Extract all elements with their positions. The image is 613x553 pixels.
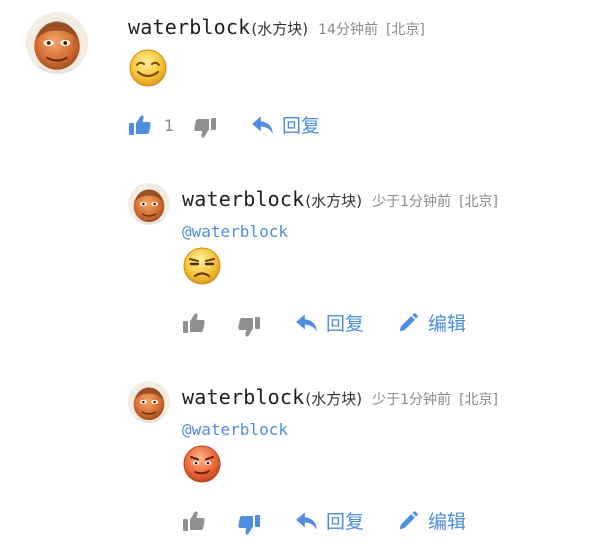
dislike-button[interactable] [193, 116, 217, 140]
edit-label: 编辑 [428, 313, 467, 335]
comment-item: waterblock (水方块) 少于1分钟前 [北京] @waterblock… [0, 368, 613, 553]
reply-label: 回复 [326, 511, 365, 533]
pencil-icon [397, 312, 419, 334]
smiling-face-emoji-icon [128, 48, 168, 88]
mention-link[interactable]: @waterblock [182, 222, 288, 241]
like-button[interactable] [182, 509, 206, 533]
like-button[interactable] [182, 311, 206, 335]
timestamp: 少于1分钟前 [372, 194, 452, 210]
username[interactable]: waterblock [182, 385, 304, 409]
username[interactable]: waterblock [128, 15, 250, 39]
like-count: 1 [164, 115, 175, 135]
thumbs-up-icon [128, 113, 152, 137]
thumbs-up-icon [182, 311, 206, 335]
thumbs-down-icon [193, 116, 217, 140]
reply-button[interactable]: 回复 [294, 507, 364, 534]
comment-header: waterblock (水方块) 少于1分钟前 [北京] [182, 187, 498, 211]
edit-button[interactable]: 编辑 [397, 309, 466, 336]
avatar[interactable] [26, 12, 88, 74]
unamused-face-emoji-icon [182, 246, 222, 286]
comment-item: waterblock (水方块) 少于1分钟前 [北京] @waterblock… [0, 170, 613, 360]
avatar[interactable] [128, 381, 170, 423]
like-button[interactable]: 1 [128, 113, 174, 137]
edit-button[interactable]: 编辑 [397, 507, 466, 534]
reply-arrow-icon [294, 508, 320, 534]
dislike-button[interactable] [237, 513, 261, 537]
nickname: (水方块) [251, 20, 309, 38]
reply-button[interactable]: 回复 [294, 309, 364, 336]
reply-arrow-icon [250, 112, 276, 138]
dislike-button[interactable] [237, 315, 261, 339]
timestamp: 14分钟前 [318, 22, 378, 38]
timestamp: 少于1分钟前 [372, 392, 452, 408]
location: [北京] [385, 22, 425, 38]
comment-header: waterblock (水方块) 少于1分钟前 [北京] [182, 385, 498, 409]
thumbs-down-icon [237, 315, 261, 339]
thumbs-up-icon [182, 509, 206, 533]
location: [北京] [459, 194, 498, 210]
reply-label: 回复 [282, 115, 321, 137]
red-face-emoji-icon [182, 444, 222, 484]
reply-button[interactable]: 回复 [250, 111, 320, 138]
username[interactable]: waterblock [182, 187, 304, 211]
nickname: (水方块) [305, 390, 363, 408]
thumbs-down-icon [237, 513, 261, 537]
reply-arrow-icon [294, 310, 320, 336]
comment-item: waterblock (水方块) 14分钟前 [北京] 1 回复 [0, 0, 613, 165]
nickname: (水方块) [305, 192, 363, 210]
location: [北京] [459, 392, 498, 408]
comment-header: waterblock (水方块) 14分钟前 [北京] [128, 15, 425, 39]
pencil-icon [397, 510, 419, 532]
reply-label: 回复 [326, 313, 365, 335]
avatar[interactable] [128, 183, 170, 225]
mention-link[interactable]: @waterblock [182, 420, 288, 439]
edit-label: 编辑 [428, 511, 467, 533]
